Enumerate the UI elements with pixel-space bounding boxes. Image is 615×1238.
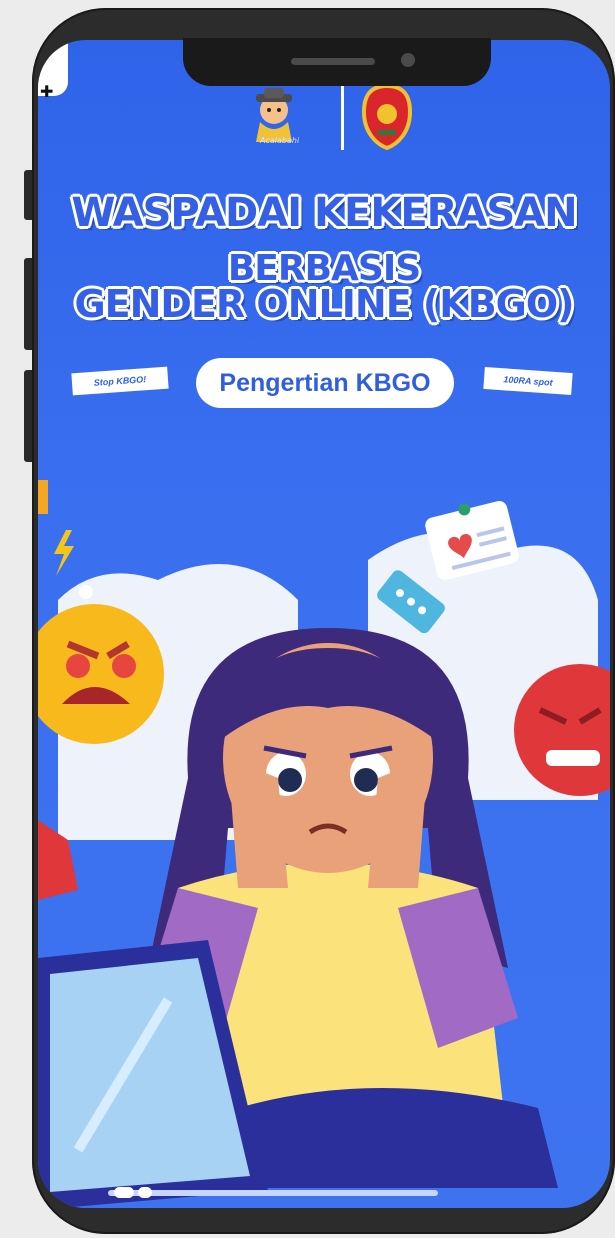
logo-seal <box>360 83 414 151</box>
phone-screen: ✚ Acalabahi WASPADAI KEKERASAN BERBASIS … <box>38 40 610 1208</box>
phone-side-button-volume-down <box>24 370 32 462</box>
speaker-grille <box>291 58 375 65</box>
headline-line-1: WASPADAI KEKERASAN <box>71 190 577 236</box>
logo-divider <box>341 82 344 150</box>
front-camera <box>401 53 415 67</box>
plus-icon: ✚ <box>40 82 54 101</box>
logo-text: Acalabahi <box>260 136 300 145</box>
phone-side-button-mute <box>24 170 32 220</box>
home-indicator-bar <box>108 1190 438 1196</box>
phone-notch <box>183 38 491 86</box>
logo-mascot: Acalabahi <box>246 88 302 148</box>
phone-side-button-volume-up <box>24 258 32 350</box>
progress-dots <box>114 1187 152 1198</box>
headline-line-3: GENDER ONLINE (KBGO) <box>74 282 574 326</box>
subtitle-pill: Pengertian KBGO <box>196 358 454 408</box>
lightning-icon <box>38 480 93 599</box>
laptop-illustration <box>38 940 268 1208</box>
